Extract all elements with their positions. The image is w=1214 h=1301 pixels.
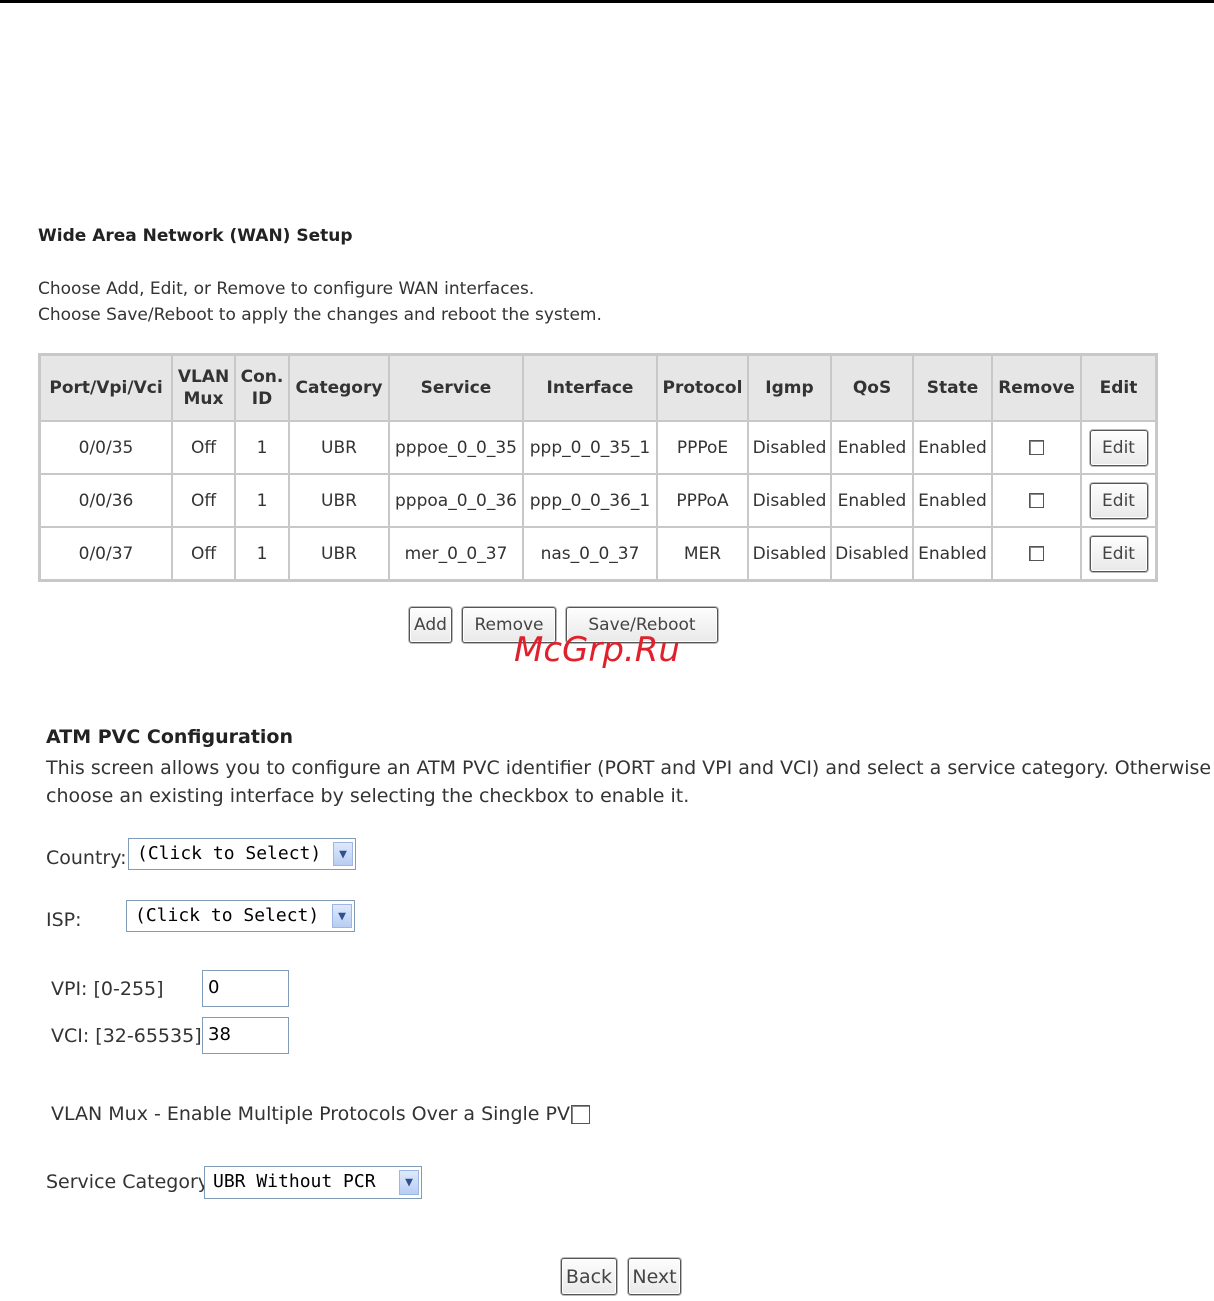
cell-port: 0/0/35 (40, 421, 172, 474)
vlan-mux-label: VLAN Mux - Enable Multiple Protocols Ove… (51, 1103, 584, 1125)
remove-checkbox[interactable] (1029, 493, 1044, 508)
vci-input[interactable]: 38 (202, 1017, 289, 1054)
header-state: State (913, 355, 992, 421)
isp-select[interactable]: (Click to Select) ▼ (126, 900, 355, 932)
header-igmp: Igmp (748, 355, 831, 421)
service-category-select[interactable]: UBR Without PCR ▼ (204, 1166, 422, 1199)
add-button[interactable]: Add (409, 607, 452, 643)
header-protocol: Protocol (657, 355, 748, 421)
cell-interface: nas_0_0_37 (523, 527, 657, 580)
header-interface: Interface (523, 355, 657, 421)
cell-qos: Enabled (831, 474, 913, 527)
edit-button[interactable]: Edit (1089, 535, 1148, 572)
country-select-value: (Click to Select) (137, 843, 322, 864)
cell-remove (992, 474, 1081, 527)
cell-vlan-mux: Off (172, 474, 235, 527)
back-button[interactable]: Back (561, 1258, 617, 1295)
remove-checkbox[interactable] (1029, 440, 1044, 455)
cell-interface: ppp_0_0_36_1 (523, 474, 657, 527)
service-category-label: Service Category: (46, 1171, 215, 1193)
cell-interface: ppp_0_0_35_1 (523, 421, 657, 474)
cell-category: UBR (289, 527, 389, 580)
remove-checkbox[interactable] (1029, 546, 1044, 561)
header-vlan-mux: VLAN Mux (172, 355, 235, 421)
cell-protocol: PPPoA (657, 474, 748, 527)
cell-vlan-mux: Off (172, 527, 235, 580)
cell-service: mer_0_0_37 (389, 527, 523, 580)
cell-remove (992, 421, 1081, 474)
header-qos: QoS (831, 355, 913, 421)
table-header-row: Port/Vpi/Vci VLAN Mux Con. ID Category Ser… (40, 355, 1156, 421)
vpi-label: VPI: [0-255] (51, 978, 164, 1000)
cell-port: 0/0/37 (40, 527, 172, 580)
header-edit: Edit (1081, 355, 1156, 421)
wan-description-line-2: Choose Save/Reboot to apply the changes … (38, 305, 602, 325)
table-row: 0/0/36 Off 1 UBR pppoa_0_0_36 ppp_0_0_36… (40, 474, 1156, 527)
wan-interfaces-table: Port/Vpi/Vci VLAN Mux Con. ID Category Ser… (38, 353, 1158, 582)
cell-service: pppoe_0_0_35 (389, 421, 523, 474)
chevron-down-icon: ▼ (399, 1170, 419, 1195)
cell-protocol: PPPoE (657, 421, 748, 474)
header-category: Category (289, 355, 389, 421)
vci-label: VCI: [32-65535] (51, 1025, 202, 1047)
country-label: Country: (46, 847, 127, 869)
next-button[interactable]: Next (628, 1258, 681, 1295)
vpi-input[interactable]: 0 (202, 970, 289, 1007)
country-select[interactable]: (Click to Select) ▼ (128, 838, 356, 870)
edit-button[interactable]: Edit (1089, 429, 1148, 466)
cell-igmp: Disabled (748, 421, 831, 474)
edit-button[interactable]: Edit (1089, 482, 1148, 519)
cell-category: UBR (289, 474, 389, 527)
cell-category: UBR (289, 421, 389, 474)
cell-con-id: 1 (235, 421, 289, 474)
table-row: 0/0/37 Off 1 UBR mer_0_0_37 nas_0_0_37 M… (40, 527, 1156, 580)
cell-edit: Edit (1081, 421, 1156, 474)
cell-edit: Edit (1081, 527, 1156, 580)
header-con-id: Con. ID (235, 355, 289, 421)
isp-select-value: (Click to Select) (135, 905, 320, 926)
cell-qos: Disabled (831, 527, 913, 580)
wan-setup-title: Wide Area Network (WAN) Setup (38, 226, 353, 246)
cell-port: 0/0/36 (40, 474, 172, 527)
cell-protocol: MER (657, 527, 748, 580)
header-port-vpi-vci: Port/Vpi/Vci (40, 355, 172, 421)
cell-igmp: Disabled (748, 474, 831, 527)
vlan-mux-checkbox[interactable] (571, 1105, 590, 1124)
top-border-line (0, 0, 1214, 3)
cell-con-id: 1 (235, 474, 289, 527)
cell-qos: Enabled (831, 421, 913, 474)
header-remove: Remove (992, 355, 1081, 421)
cell-remove (992, 527, 1081, 580)
isp-label: ISP: (46, 909, 82, 931)
service-category-value: UBR Without PCR (213, 1171, 376, 1192)
cell-state: Enabled (913, 421, 992, 474)
cell-edit: Edit (1081, 474, 1156, 527)
chevron-down-icon: ▼ (332, 904, 352, 928)
wan-description-line-1: Choose Add, Edit, or Remove to configure… (38, 279, 535, 299)
cell-service: pppoa_0_0_36 (389, 474, 523, 527)
header-service: Service (389, 355, 523, 421)
atm-description-line-2: choose an existing interface by selectin… (46, 785, 690, 807)
cell-state: Enabled (913, 527, 992, 580)
cell-con-id: 1 (235, 527, 289, 580)
atm-pvc-title: ATM PVC Configuration (46, 726, 293, 748)
chevron-down-icon: ▼ (333, 842, 353, 866)
atm-description-line-1: This screen allows you to configure an A… (46, 757, 1212, 779)
cell-igmp: Disabled (748, 527, 831, 580)
cell-state: Enabled (913, 474, 992, 527)
cell-vlan-mux: Off (172, 421, 235, 474)
table-row: 0/0/35 Off 1 UBR pppoe_0_0_35 ppp_0_0_35… (40, 421, 1156, 474)
watermark-logo: McGrp.Ru (514, 630, 680, 670)
